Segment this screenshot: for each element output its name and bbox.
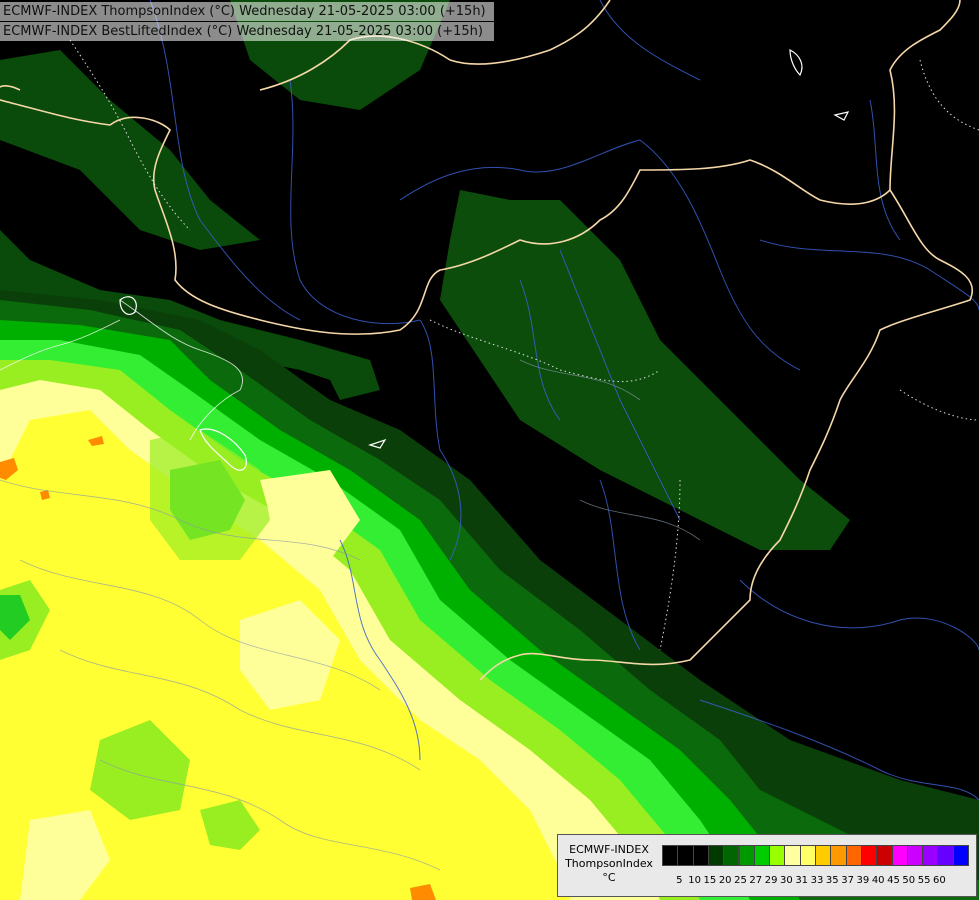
legend-title: ECMWF-INDEX ThompsonIndex °C (561, 843, 657, 885)
legend-swatch (937, 845, 954, 866)
legend-tick-label: 60 (933, 875, 946, 886)
legend-swatch (799, 845, 816, 866)
legend-swatch (952, 845, 969, 866)
legend-swatch (922, 845, 939, 866)
legend-swatch (891, 845, 908, 866)
legend-swatch (677, 845, 694, 866)
legend-swatch (738, 845, 755, 866)
legend-swatch (830, 845, 847, 866)
legend-swatch (860, 845, 878, 866)
legend-swatch (662, 845, 679, 866)
legend-swatch (815, 845, 832, 866)
legend-swatch (784, 845, 801, 866)
legend-swatch (876, 845, 893, 866)
weather-map (0, 0, 979, 900)
header-line-thompson-index: ECMWF-INDEX ThompsonIndex (°C) Wednesday… (0, 2, 494, 21)
legend-swatch (707, 845, 725, 866)
legend-swatch (906, 845, 924, 866)
legend-title-param: ThompsonIndex (565, 857, 653, 870)
legend-swatch (753, 845, 771, 866)
legend-swatch (723, 845, 740, 866)
legend-swatch (845, 845, 862, 866)
legend-swatch (692, 845, 709, 866)
header-line-best-lifted-index: ECMWF-INDEX BestLiftedIndex (°C) Wednesd… (0, 22, 494, 41)
legend-swatch (769, 845, 786, 866)
color-legend: ECMWF-INDEX ThompsonIndex °C 5 10 15 20 25 27… (557, 834, 977, 897)
legend-title-model: ECMWF-INDEX (569, 843, 649, 856)
legend-unit: °C (602, 871, 616, 884)
